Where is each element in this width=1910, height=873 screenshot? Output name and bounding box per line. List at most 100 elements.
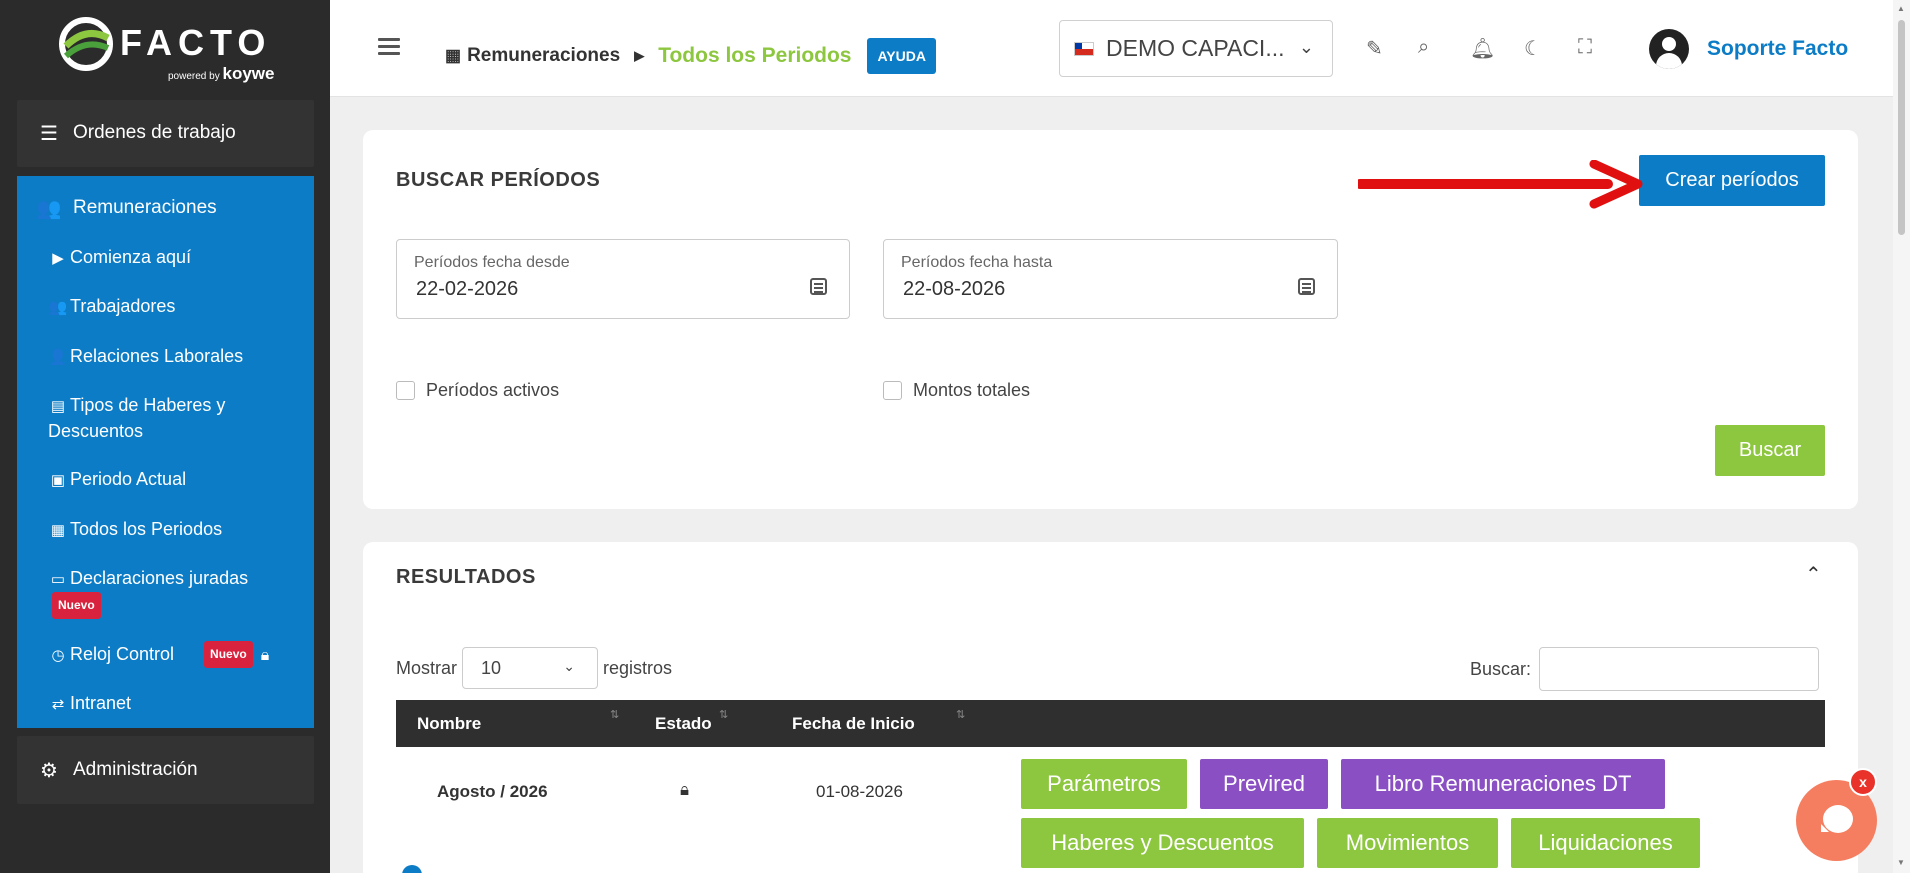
calendar-icon[interactable] — [1298, 278, 1315, 295]
signature-icon[interactable]: ✎ — [1366, 36, 1383, 61]
search-button[interactable]: Buscar — [1715, 425, 1825, 476]
calendar-icon: ▦ — [50, 522, 66, 539]
records-label: registros — [603, 657, 673, 678]
sidebar-item-label: Ordenes de trabajo — [73, 122, 236, 143]
bell-icon[interactable]: 🔔︎ — [1470, 36, 1495, 61]
chevron-up-icon[interactable]: ⌃ — [1805, 562, 1822, 587]
logo-mark-icon — [59, 17, 113, 71]
scrollbar[interactable]: ▲ ▼ — [1893, 0, 1910, 873]
tasks-icon: ☰ — [40, 122, 58, 145]
new-badge: Nuevo — [52, 592, 101, 619]
lock-icon: 🔒︎ — [260, 647, 270, 664]
haberes-descuentos-button[interactable]: Haberes y Descuentos — [1021, 818, 1304, 868]
calendar-icon: ▦ — [445, 46, 462, 65]
sidebar-item-label: Administración — [73, 759, 198, 780]
liquidaciones-button[interactable]: Liquidaciones — [1511, 818, 1700, 868]
sort-icon[interactable]: ⇅ — [610, 708, 619, 721]
logo-text: FACTO — [120, 22, 272, 63]
table-search-label: Buscar: — [1470, 658, 1532, 679]
avatar[interactable] — [1649, 29, 1689, 69]
red-arrow-icon — [1358, 160, 1643, 209]
caret-right-icon: ▶ — [634, 48, 645, 63]
company-selector[interactable]: DEMO CAPACI... ⌄ — [1059, 20, 1333, 77]
sidebar: FACTO powered by koywe ☰ Ordenes de trab… — [0, 0, 330, 873]
calendar-icon[interactable] — [810, 278, 827, 295]
sidebar-item-reloj[interactable]: ◷ Reloj Control Nuevo 🔒︎ — [48, 641, 298, 668]
show-label: Mostrar — [396, 657, 458, 678]
movimientos-button[interactable]: Movimientos — [1317, 818, 1498, 868]
calendar-day-icon: ▣ — [50, 472, 66, 489]
chile-flag-icon — [1074, 41, 1094, 56]
sidebar-item-label: Remuneraciones — [73, 197, 217, 218]
topbar: ▦ Remuneraciones ▶ Todos los Periodos AY… — [330, 0, 1910, 97]
page-size-control: Mostrar 10 ⌄ registros — [396, 647, 672, 689]
sidebar-item-relaciones[interactable]: 👤 Relaciones Laborales — [48, 344, 298, 370]
sidebar-item-tipos[interactable]: ▤ Tipos de Haberes y Descuentos — [48, 393, 298, 444]
facto-logo[interactable]: FACTO powered by koywe — [58, 16, 278, 86]
table-search: Buscar: — [1470, 647, 1820, 691]
checkbox[interactable] — [396, 381, 415, 400]
create-periods-button[interactable]: Crear períodos — [1639, 155, 1825, 206]
libro-remuneraciones-button[interactable]: Libro Remuneraciones DT — [1341, 759, 1665, 809]
page-size-value: 10 — [481, 657, 502, 678]
sidebar-item-todos-periodos[interactable]: ▦ Todos los Periodos — [48, 517, 298, 543]
active-periods-checkbox[interactable]: Períodos activos — [396, 380, 559, 401]
user-name[interactable]: Soporte Facto — [1707, 37, 1848, 61]
logo-powered: powered by koywe — [168, 64, 275, 83]
sidebar-item-remuneraciones[interactable]: 👥 Remuneraciones — [17, 176, 314, 240]
breadcrumb-root[interactable]: Remuneraciones — [467, 45, 620, 67]
sort-icon[interactable]: ⇅ — [956, 708, 965, 721]
search-title: BUSCAR PERÍODOS — [396, 169, 601, 191]
date-from-value[interactable]: 22-02-2026 — [416, 278, 518, 301]
page-size-select[interactable]: 10 ⌄ — [462, 647, 599, 689]
table-header: Nombre ⇅ Estado ⇅ Fecha de Inicio ⇅ — [396, 700, 1825, 747]
help-button[interactable]: AYUDA — [867, 38, 936, 74]
breadcrumb: ▦ Remuneraciones ▶ Todos los Periodos AY… — [445, 38, 936, 74]
menu-toggle-icon[interactable] — [378, 38, 400, 56]
clock-icon: ◷ — [51, 647, 65, 664]
search-icon[interactable]: ⌕ — [1418, 36, 1429, 59]
sidebar-item-periodo-actual[interactable]: ▣ Periodo Actual — [48, 467, 298, 493]
checkbox[interactable] — [883, 381, 902, 400]
row-name: Agosto / 2026 — [437, 782, 548, 801]
sidebar-item-ordenes[interactable]: ☰ Ordenes de trabajo — [17, 100, 314, 167]
date-from-field[interactable]: Períodos fecha desde 22-02-2026 — [396, 239, 850, 319]
sidebar-item-comienza[interactable]: ▶ Comienza aquí — [48, 245, 298, 271]
results-title: RESULTADOS — [396, 566, 536, 588]
new-badge: Nuevo — [204, 641, 253, 668]
date-to-field[interactable]: Períodos fecha hasta 22-08-2026 — [883, 239, 1338, 319]
chevron-down-icon: ⌄ — [1298, 37, 1314, 57]
totals-checkbox[interactable]: Montos totales — [883, 380, 1030, 401]
sort-icon[interactable]: ⇅ — [719, 708, 728, 721]
date-to-label: Períodos fecha hasta — [901, 254, 1053, 271]
user-group-icon: 👤 — [48, 349, 68, 366]
file-icon: ▤ — [50, 398, 66, 415]
breadcrumb-current: Todos los Periodos — [658, 44, 852, 67]
moon-icon[interactable]: ☾ — [1524, 36, 1542, 61]
fullscreen-icon[interactable]: ⛶ — [1578, 36, 1592, 59]
sidebar-item-trabajadores[interactable]: 👥 Trabajadores — [48, 294, 298, 320]
intranet-icon: ⇄ — [51, 696, 65, 713]
cogs-icon: ⚙ — [40, 759, 58, 782]
column-header-nombre[interactable]: Nombre — [417, 714, 481, 734]
sidebar-item-administracion[interactable]: ⚙ Administración — [17, 736, 314, 804]
archive-icon: ▭ — [50, 571, 66, 588]
chevron-down-icon: ⌄ — [563, 658, 576, 674]
scroll-thumb[interactable] — [1898, 20, 1905, 235]
column-header-fecha[interactable]: Fecha de Inicio — [792, 714, 915, 734]
chat-close-button[interactable]: x — [1849, 768, 1877, 796]
column-header-estado[interactable]: Estado — [655, 714, 712, 734]
scroll-up-icon[interactable]: ▲ — [1897, 4, 1905, 13]
date-to-value[interactable]: 22-08-2026 — [903, 278, 1005, 301]
checkbox-label: Montos totales — [913, 380, 1031, 400]
company-name: DEMO CAPACI... — [1106, 35, 1285, 61]
parametros-button[interactable]: Parámetros — [1021, 759, 1187, 809]
scroll-down-icon[interactable]: ▼ — [1897, 858, 1905, 867]
sidebar-item-declaraciones[interactable]: ▭ Declaraciones juradasNuevo — [48, 566, 298, 619]
table-search-input[interactable] — [1539, 647, 1820, 691]
sidebar-item-intranet[interactable]: ⇄ Intranet — [48, 691, 298, 717]
previred-button[interactable]: Previred — [1200, 759, 1328, 809]
users-icon: 👥 — [48, 299, 68, 316]
lock-icon: 🔒︎ — [680, 780, 690, 799]
play-icon: ▶ — [52, 250, 64, 267]
